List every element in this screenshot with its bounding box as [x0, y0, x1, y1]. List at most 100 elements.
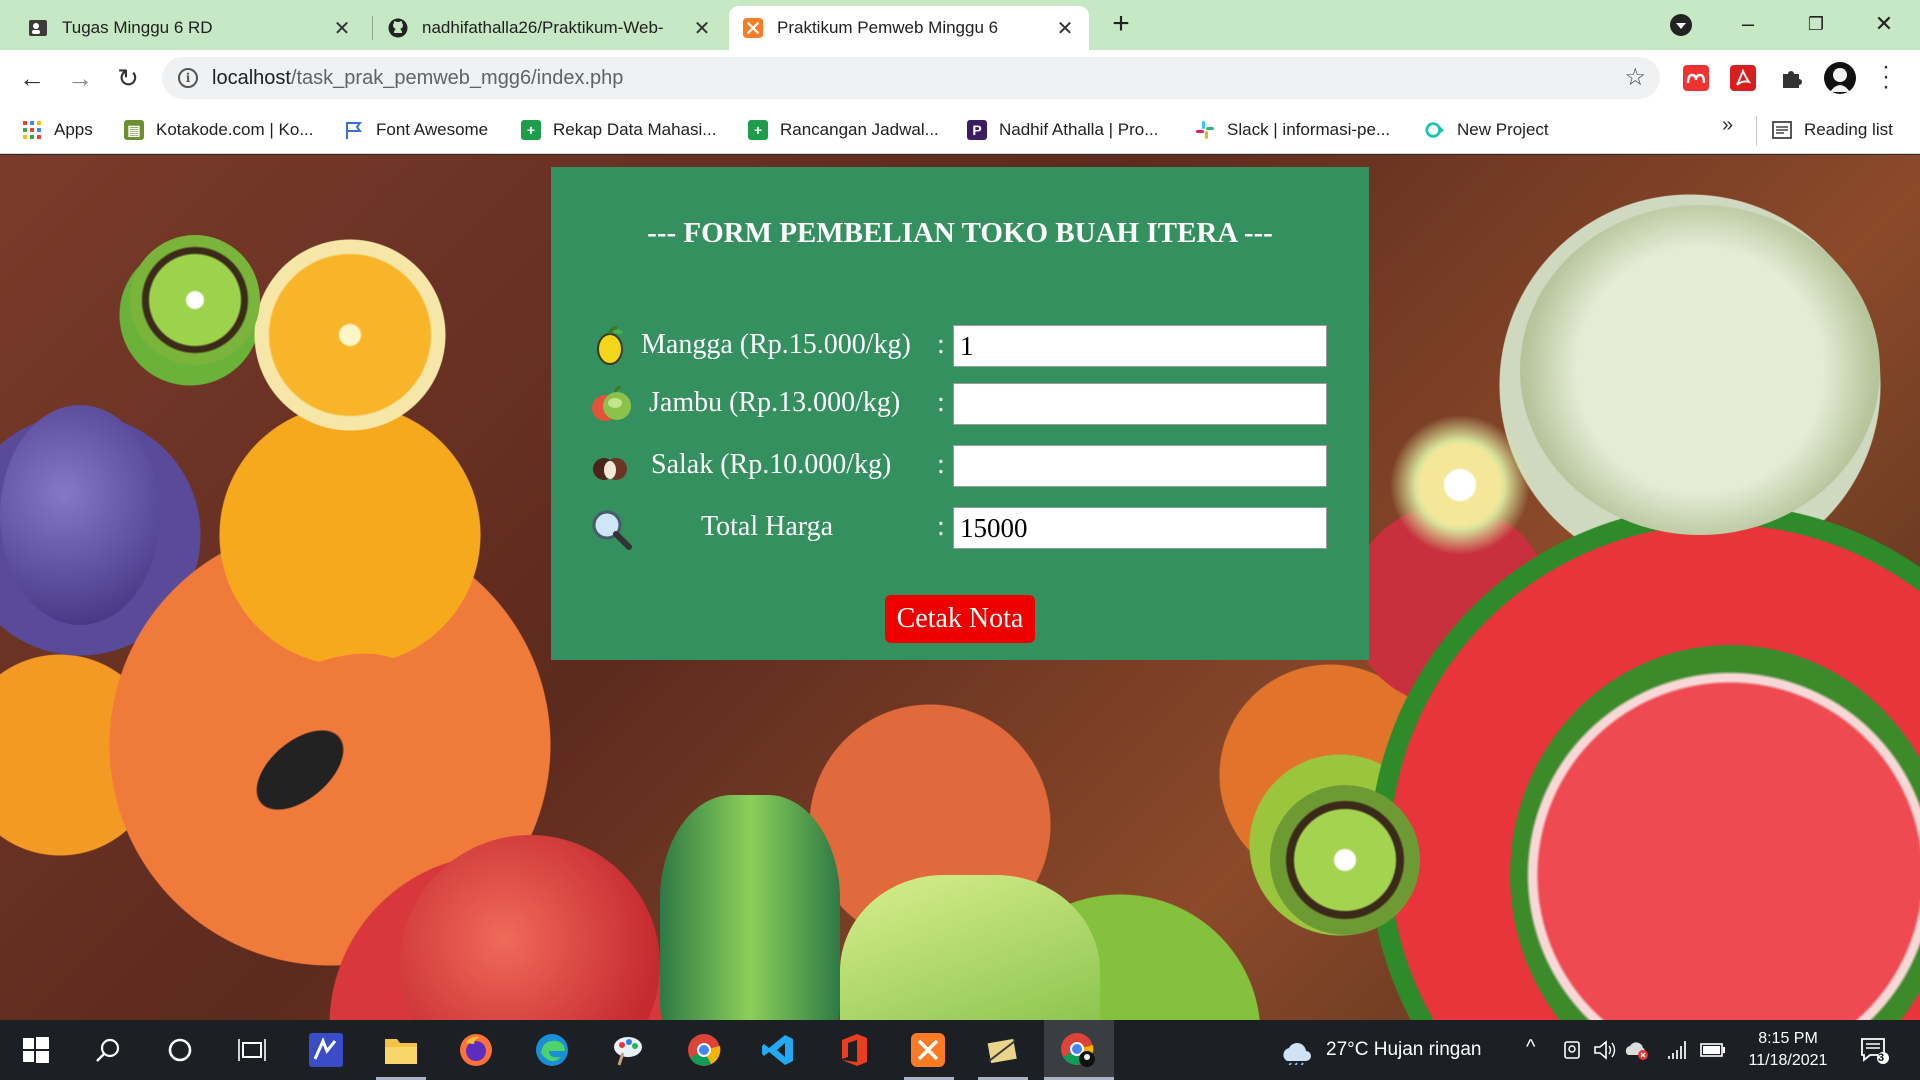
kotakode-icon: ▤: [124, 120, 144, 140]
meet-now-icon[interactable]: [1560, 1032, 1586, 1068]
bookmark-rancangan-jadwal[interactable]: + Rancangan Jadwal...: [748, 116, 939, 144]
notification-center-icon[interactable]: 3: [1856, 1032, 1892, 1068]
browser-toolbar: ← → ↻ i localhost/task_prak_pemweb_mgg6/…: [0, 50, 1920, 106]
bookmark-apps[interactable]: Apps: [22, 116, 93, 144]
jambu-input[interactable]: [953, 383, 1327, 425]
salak-label: Salak (Rp.10.000/kg): [651, 449, 892, 480]
battery-icon[interactable]: [1700, 1032, 1726, 1068]
vscode-icon[interactable]: [760, 1032, 796, 1068]
kiwi-image: [1270, 785, 1420, 935]
kiwi-image: [130, 235, 260, 365]
app-icon-2[interactable]: [984, 1032, 1020, 1068]
bookmark-label: Rancangan Jadwal...: [780, 120, 939, 139]
bookmark-label: Font Awesome: [376, 120, 489, 139]
task-view-icon[interactable]: [234, 1032, 270, 1068]
acrobat-extension-icon[interactable]: [1730, 65, 1756, 91]
address-url[interactable]: localhost/task_prak_pemweb_mgg6/index.ph…: [212, 67, 623, 90]
reload-button[interactable]: ↻: [112, 62, 144, 94]
site-info-icon[interactable]: i: [178, 68, 198, 88]
address-bar[interactable]: i localhost/task_prak_pemweb_mgg6/index.…: [162, 57, 1660, 99]
close-tab-icon[interactable]: ✕: [332, 16, 352, 41]
cortana-icon[interactable]: [162, 1032, 198, 1068]
orange-slice-image: [250, 235, 450, 435]
mendeley-extension-icon[interactable]: [1683, 65, 1709, 91]
total-label: Total Harga: [700, 511, 834, 542]
mangga-input[interactable]: [953, 325, 1327, 367]
apps-grid-icon: [22, 120, 42, 140]
melon-image: [1520, 205, 1880, 535]
close-tab-icon[interactable]: ✕: [692, 16, 712, 41]
bookmarks-separator: [1756, 116, 1757, 146]
jambu-label: Jambu (Rp.13.000/kg): [649, 387, 901, 418]
bookmark-kotakode[interactable]: ▤ Kotakode.com | Ko...: [124, 116, 314, 144]
windows-start-icon[interactable]: [18, 1032, 54, 1068]
cetak-nota-button[interactable]: Cetak Nota: [885, 595, 1035, 643]
mangga-label: Mangga (Rp.15.000/kg): [641, 329, 911, 360]
bookmark-new-project[interactable]: New Project: [1425, 116, 1549, 144]
close-tab-icon[interactable]: ✕: [1055, 16, 1075, 41]
tab-tugas[interactable]: Tugas Minggu 6 RD ✕: [14, 6, 366, 50]
starfruit-slice-image: [1380, 405, 1540, 565]
tab-title: Praktikum Pemweb Minggu 6: [777, 18, 999, 37]
profile-icon: P: [967, 120, 987, 140]
notification-count: 3: [1877, 1052, 1885, 1064]
edge-icon[interactable]: [534, 1032, 570, 1068]
firefox-icon[interactable]: [458, 1032, 494, 1068]
url-host: localhost: [212, 67, 291, 89]
restore-button[interactable]: ❐: [1796, 6, 1836, 42]
page-viewport: --- FORM PEMBELIAN TOKO BUAH ITERA --- M…: [0, 155, 1920, 1020]
clock-date: 11/18/2021: [1748, 1052, 1828, 1069]
grapes-image: [0, 405, 160, 625]
new-tab-button[interactable]: +: [1106, 9, 1136, 40]
xampp-icon[interactable]: [910, 1032, 946, 1068]
onedrive-error-icon[interactable]: [1624, 1032, 1650, 1068]
tab-search-icon[interactable]: [1670, 14, 1692, 36]
tab-github[interactable]: nadhifathalla26/Praktikum-Web- ✕: [374, 6, 726, 50]
bookmark-nadhif-athalla[interactable]: P Nadhif Athalla | Pro...: [967, 116, 1158, 144]
show-hidden-icons-chevron-icon[interactable]: ^: [1526, 1036, 1535, 1059]
weather-cloud-icon[interactable]: [1278, 1034, 1314, 1070]
tab-separator: [372, 16, 373, 40]
form-row-total: Total Harga :: [551, 507, 1369, 551]
bookmark-label: Rekap Data Mahasi...: [553, 120, 717, 139]
chrome-icon[interactable]: [686, 1032, 722, 1068]
url-path: /task_prak_pemweb_mgg6/index.php: [290, 67, 624, 89]
form-row-mangga: Mangga (Rp.15.000/kg) :: [551, 325, 1369, 369]
weather-text[interactable]: 27°C Hujan ringan: [1326, 1039, 1481, 1061]
form-row-jambu: Jambu (Rp.13.000/kg) :: [551, 383, 1369, 427]
bookmark-label: New Project: [1457, 120, 1549, 139]
paint-icon[interactable]: [610, 1032, 646, 1068]
volume-icon[interactable]: [1592, 1032, 1618, 1068]
app-icon-1[interactable]: [308, 1032, 344, 1068]
more-bookmarks-button[interactable]: »: [1722, 114, 1733, 137]
form-title: --- FORM PEMBELIAN TOKO BUAH ITERA ---: [647, 217, 1273, 249]
chrome-profile-icon[interactable]: [1060, 1032, 1096, 1068]
bookmark-font-awesome[interactable]: Font Awesome: [344, 116, 488, 144]
extensions-puzzle-icon[interactable]: [1778, 65, 1804, 91]
minimize-button[interactable]: –: [1728, 6, 1768, 42]
taskbar-clock[interactable]: 8:15 PM 11/18/2021: [1736, 1028, 1840, 1072]
browser-menu-icon[interactable]: · · ·: [1878, 55, 1894, 99]
purchase-form: --- FORM PEMBELIAN TOKO BUAH ITERA --- M…: [551, 167, 1369, 660]
close-window-button[interactable]: ✕: [1864, 6, 1904, 42]
reading-list-label: Reading list: [1804, 120, 1893, 139]
search-icon[interactable]: [90, 1032, 126, 1068]
profile-avatar[interactable]: [1824, 62, 1856, 94]
office-icon[interactable]: [836, 1032, 872, 1068]
back-button[interactable]: ←: [16, 62, 48, 94]
bookmark-slack[interactable]: Slack | informasi-pe...: [1195, 116, 1390, 144]
bookmark-rekap-data[interactable]: + Rekap Data Mahasi...: [521, 116, 716, 144]
tab-strip: Tugas Minggu 6 RD ✕ nadhifathalla26/Prak…: [0, 0, 1920, 50]
bookmark-star-icon[interactable]: ☆: [1624, 63, 1646, 92]
wifi-icon[interactable]: [1664, 1032, 1690, 1068]
github-icon: [388, 18, 408, 38]
total-harga-input[interactable]: [953, 507, 1327, 549]
reading-list-button[interactable]: Reading list: [1772, 116, 1893, 144]
tab-praktikum[interactable]: Praktikum Pemweb Minggu 6 ✕: [729, 6, 1089, 50]
forward-button[interactable]: →: [64, 62, 96, 94]
sheets-icon: +: [748, 120, 768, 140]
tab-title: nadhifathalla26/Praktikum-Web-: [422, 18, 664, 37]
xampp-icon: [743, 18, 763, 38]
file-explorer-icon[interactable]: [383, 1032, 419, 1068]
salak-input[interactable]: [953, 445, 1327, 487]
